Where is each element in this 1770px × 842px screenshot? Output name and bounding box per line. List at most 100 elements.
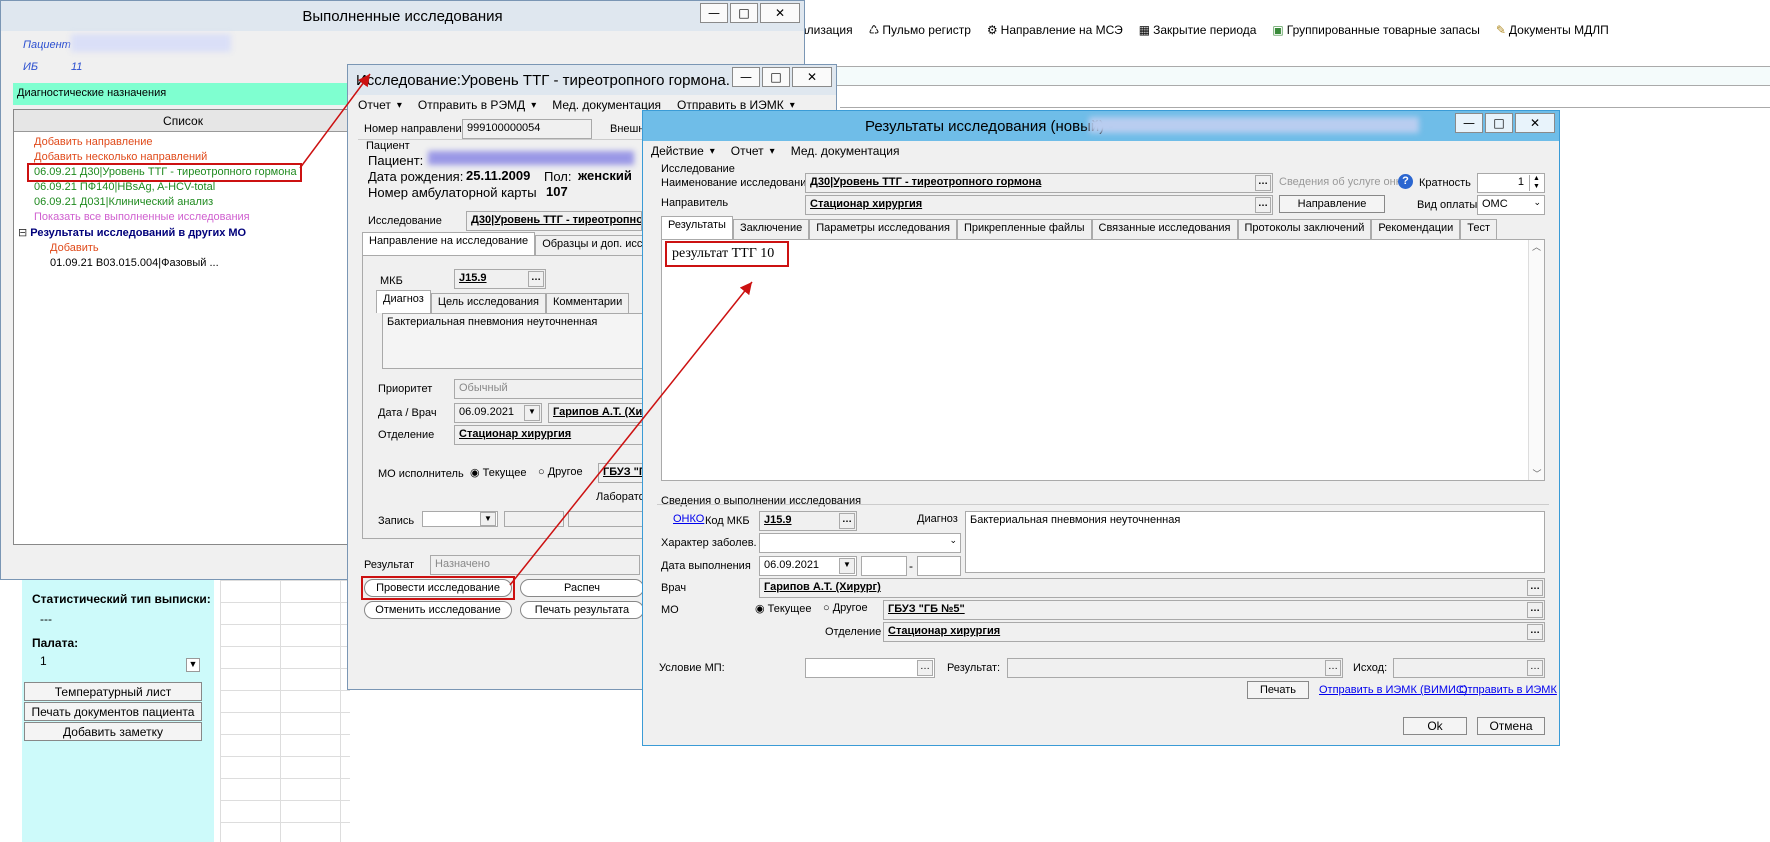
exec-time-to[interactable] bbox=[917, 556, 961, 576]
mo-other-radio[interactable]: ○ Другое bbox=[823, 602, 868, 614]
ellipsis-icon[interactable]: … bbox=[839, 513, 855, 529]
mo-other-radio[interactable]: ○ Другое bbox=[538, 466, 583, 478]
tree-item[interactable]: Добавить bbox=[14, 242, 352, 257]
outcome-field[interactable]: … bbox=[1393, 658, 1545, 678]
collapse-icon[interactable]: ⊟ bbox=[18, 227, 30, 239]
ellipsis-icon[interactable]: … bbox=[1527, 580, 1543, 596]
scroll-down-icon[interactable]: ▼ bbox=[186, 658, 200, 672]
minimize-button[interactable]: — bbox=[700, 3, 728, 23]
minimize-button[interactable]: — bbox=[732, 67, 760, 87]
multiplicity-stepper[interactable]: 1 ▲ ▼ bbox=[1477, 173, 1545, 193]
record-select[interactable]: ▼ bbox=[422, 511, 498, 527]
menu-action[interactable]: Действие bbox=[651, 144, 715, 158]
print-result-button[interactable]: Печать результата bbox=[520, 601, 644, 619]
ellipsis-icon[interactable]: … bbox=[1527, 660, 1543, 676]
department-field[interactable]: Стационар хирургия… bbox=[883, 622, 1545, 642]
menu-report[interactable]: Отчет bbox=[358, 98, 402, 112]
cancel-button[interactable]: Отмена bbox=[1477, 717, 1545, 735]
referral-button[interactable]: Направление bbox=[1279, 195, 1385, 213]
toolbar-item-mdlp[interactable]: ✎ Документы МДЛП bbox=[1496, 23, 1609, 37]
menu-report[interactable]: Отчет bbox=[731, 144, 775, 158]
menu-send-remd[interactable]: Отправить в РЭМД bbox=[418, 98, 536, 112]
mo-current-radio[interactable]: ◉ Текущее bbox=[470, 466, 526, 479]
toolbar-item-hospitalization[interactable]: ализация bbox=[800, 23, 853, 37]
doctor-field[interactable]: Гарипов А.Т. (Хирург)… bbox=[759, 578, 1545, 598]
toolbar-item-close-period[interactable]: ▦ Закрытие периода bbox=[1139, 23, 1257, 37]
record-field-3[interactable] bbox=[568, 511, 644, 527]
tree-item[interactable]: 01.09.21 В03.015.004|Фазовый ... bbox=[14, 257, 352, 272]
chevron-down-icon[interactable]: ⌄ bbox=[1533, 197, 1541, 208]
close-button[interactable]: ✕ bbox=[1515, 113, 1555, 133]
study-field[interactable]: Д30|Уровень ТТГ - тиреотропног bbox=[466, 211, 642, 231]
scroll-down-icon[interactable]: ﹀ bbox=[1529, 467, 1545, 480]
tab-conclusion[interactable]: Заключение bbox=[732, 219, 810, 239]
send-iemk-link[interactable]: Отправить в ИЭМК bbox=[1459, 684, 1557, 696]
tab-recommendations[interactable]: Рекомендации bbox=[1371, 219, 1461, 239]
tree-item[interactable]: Показать все выполненные исследования bbox=[14, 211, 352, 226]
tab-goal[interactable]: Цель исследования bbox=[430, 293, 546, 313]
disease-char-select[interactable]: ⌄ bbox=[759, 533, 961, 553]
chevron-down-icon[interactable]: ▼ bbox=[524, 405, 540, 421]
tab-diagnosis[interactable]: Диагноз bbox=[376, 290, 431, 313]
mkb-field[interactable]: J15.9… bbox=[759, 511, 857, 531]
stepper-arrows-icon[interactable]: ▲ ▼ bbox=[1529, 175, 1543, 191]
tab-results[interactable]: Результаты bbox=[661, 216, 733, 239]
ellipsis-icon[interactable]: … bbox=[1255, 175, 1271, 191]
list-header[interactable]: Список bbox=[14, 110, 352, 132]
tree-item[interactable]: 06.09.21 Д031|Клинический анализ bbox=[14, 196, 352, 211]
results-text-area[interactable]: результат ТТГ 10 ︿ ﹀ bbox=[661, 239, 1545, 481]
toolbar-item-pulmo[interactable]: ♺ Пульмо регистр bbox=[869, 23, 971, 37]
ellipsis-icon[interactable]: … bbox=[917, 660, 933, 676]
temperature-sheet-button[interactable]: Температурный лист bbox=[24, 682, 202, 701]
chevron-down-icon[interactable]: ▼ bbox=[839, 558, 855, 574]
mo-field[interactable]: ГБУЗ "ГБ №5"… bbox=[883, 600, 1545, 620]
ellipsis-icon[interactable]: … bbox=[1527, 602, 1543, 618]
ellipsis-icon[interactable]: … bbox=[1255, 197, 1271, 213]
mo-current-radio[interactable]: ◉ Текущее bbox=[755, 602, 811, 615]
tab-parameters[interactable]: Параметры исследования bbox=[809, 219, 957, 239]
payment-select[interactable]: ОМС ⌄ bbox=[1477, 195, 1545, 215]
tab-referral[interactable]: Направление на исследование bbox=[362, 232, 536, 255]
tab-related-studies[interactable]: Связанные исследования bbox=[1091, 219, 1238, 239]
diagnosis-field[interactable]: Бактериальная пневмония неуточненная bbox=[965, 511, 1545, 573]
result-field[interactable]: Назначено bbox=[430, 555, 640, 575]
add-note-button[interactable]: Добавить заметку bbox=[24, 722, 202, 741]
department-field[interactable]: Стационар хирургия bbox=[454, 425, 644, 445]
tab-protocols[interactable]: Протоколы заключений bbox=[1237, 219, 1372, 239]
exec-time-from[interactable] bbox=[861, 556, 907, 576]
study-name-field[interactable]: Д30|Уровень ТТГ - тиреотропного гормона… bbox=[805, 173, 1273, 193]
tab-attached-files[interactable]: Прикрепленные файлы bbox=[956, 219, 1092, 239]
tree-item[interactable]: Добавить направление bbox=[14, 136, 352, 151]
send-iemk-vimis-link[interactable]: Отправить в ИЭМК (ВИМИС) bbox=[1319, 684, 1468, 696]
doctor-field[interactable]: Гарипов А.Т. (Хир bbox=[548, 403, 644, 423]
mo-field[interactable]: ГБУЗ "Г bbox=[598, 463, 646, 483]
chevron-down-icon[interactable]: ▼ bbox=[480, 512, 496, 526]
diagnosis-text[interactable]: Бактериальная пневмония неуточненная bbox=[382, 313, 646, 369]
date-field[interactable]: 06.09.2021 ▼ bbox=[454, 403, 542, 423]
tab-test[interactable]: Тест bbox=[1460, 219, 1498, 239]
priority-field[interactable]: Обычный bbox=[454, 379, 644, 399]
tree-item[interactable]: ⊟ Результаты исследований в других МО bbox=[14, 226, 352, 242]
onko-link[interactable]: ОНКО bbox=[673, 513, 704, 525]
tab-comments[interactable]: Комментарии bbox=[545, 293, 630, 313]
menu-med-docs[interactable]: Мед. документация bbox=[791, 144, 900, 158]
print-button-partial[interactable]: Распеч bbox=[520, 579, 644, 597]
tree-item[interactable]: 06.09.21 ПФ140|HBsAg, A-HCV-total bbox=[14, 181, 352, 196]
record-field-2[interactable] bbox=[504, 511, 564, 527]
result-field[interactable]: … bbox=[1007, 658, 1343, 678]
chevron-down-icon[interactable]: ⌄ bbox=[949, 535, 957, 546]
print-patient-docs-button[interactable]: Печать документов пациента bbox=[24, 702, 202, 721]
vertical-scrollbar[interactable]: ︿ ﹀ bbox=[1528, 240, 1544, 480]
close-button[interactable]: ✕ bbox=[792, 67, 832, 87]
exec-date-field[interactable]: 06.09.2021 ▼ bbox=[759, 556, 857, 576]
toolbar-item-mse[interactable]: ⚙ Направление на МСЭ bbox=[987, 23, 1123, 37]
mkb-field[interactable]: J15.9… bbox=[454, 269, 546, 289]
maximize-button[interactable]: □ bbox=[762, 67, 790, 87]
ellipsis-icon[interactable]: … bbox=[528, 271, 544, 287]
referral-number-field[interactable]: 999100000054 bbox=[462, 119, 592, 139]
condition-field[interactable]: … bbox=[805, 658, 935, 678]
minimize-button[interactable]: — bbox=[1455, 113, 1483, 133]
ok-button[interactable]: Ok bbox=[1403, 717, 1467, 735]
sender-field[interactable]: Стационар хирургия… bbox=[805, 195, 1273, 215]
maximize-button[interactable]: □ bbox=[1485, 113, 1513, 133]
